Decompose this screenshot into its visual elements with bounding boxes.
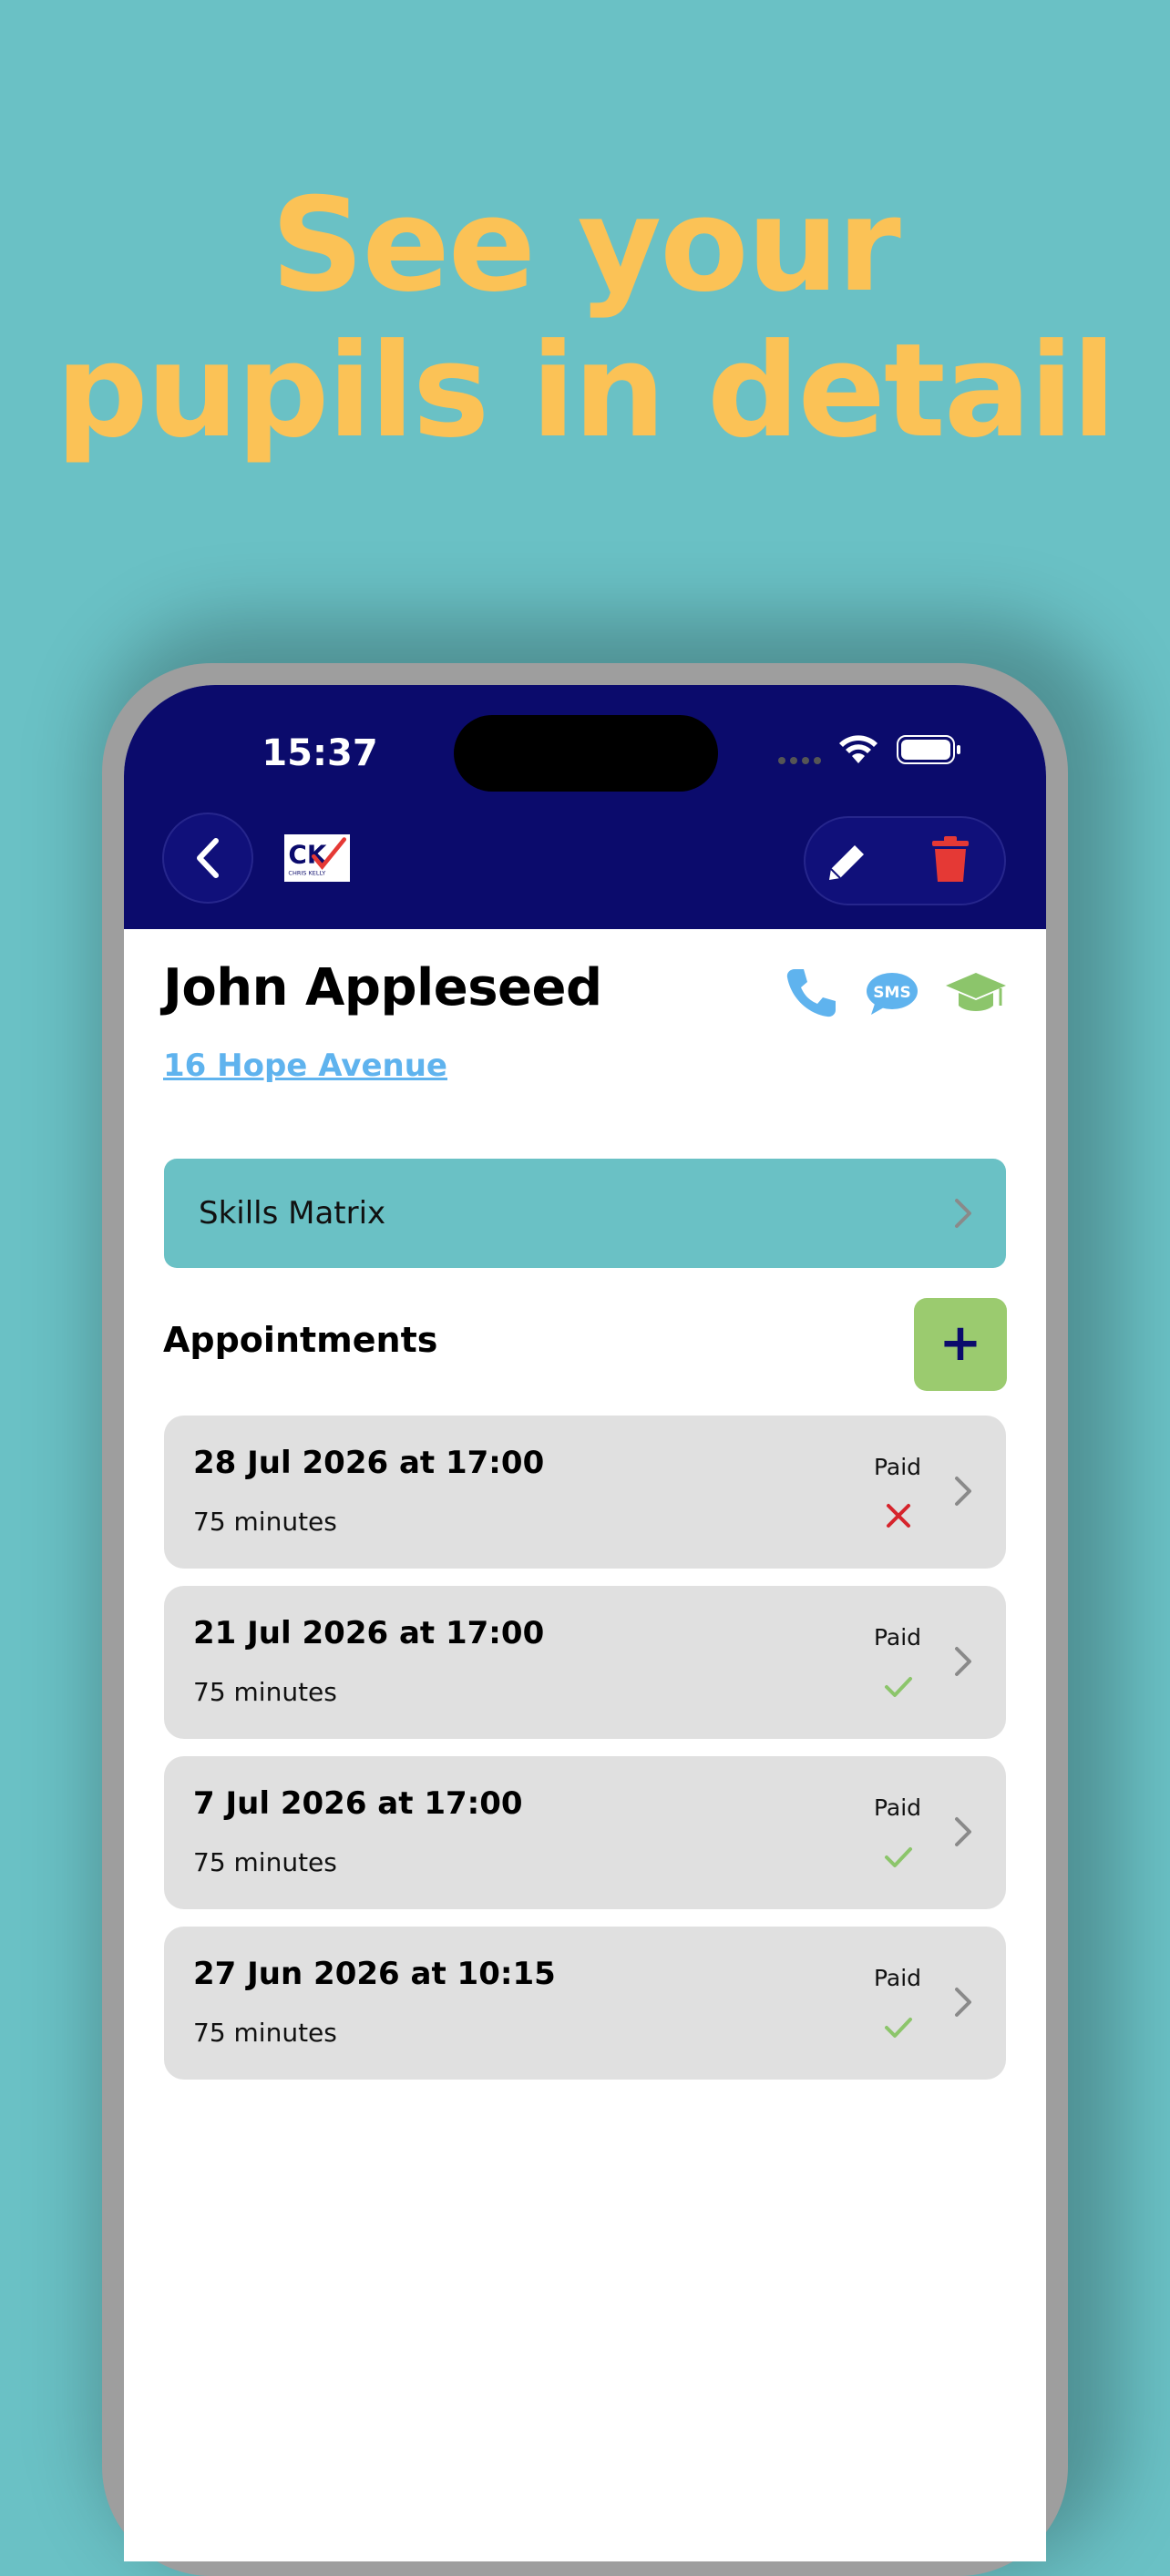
cellular-signal-icon: [778, 751, 827, 764]
unpaid-cross-icon: [887, 1504, 910, 1528]
chevron-right-icon: [955, 1199, 971, 1228]
top-navigation-bar: 15:37 CK CHRIS KELLY: [124, 685, 1046, 929]
status-time: 15:37: [262, 732, 378, 774]
delete-trash-icon[interactable]: [930, 836, 970, 884]
appointment-card[interactable]: 28 Jul 2026 at 17:00 75 minutes Paid: [164, 1416, 1006, 1569]
phone-icon[interactable]: [784, 966, 838, 1020]
appointment-card[interactable]: 7 Jul 2026 at 17:00 75 minutes Paid: [164, 1756, 1006, 1909]
pupil-address-link[interactable]: 16 Hope Avenue: [163, 1048, 447, 1084]
back-button[interactable]: [162, 813, 253, 904]
appointments-title: Appointments: [163, 1320, 438, 1360]
appointment-date: 27 Jun 2026 at 10:15: [193, 1956, 556, 1992]
battery-icon: [897, 735, 960, 764]
paid-check-icon: [885, 1677, 912, 1697]
paid-label: Paid: [873, 1624, 922, 1651]
headline-line-1: See your: [271, 170, 901, 321]
appointment-card[interactable]: 27 Jun 2026 at 10:15 75 minutes Paid: [164, 1927, 1006, 2080]
paid-check-icon: [885, 2018, 912, 2038]
chevron-left-icon: [197, 838, 219, 878]
paid-check-icon: [885, 1847, 912, 1867]
graduation-cap-icon[interactable]: [944, 969, 1008, 1017]
skills-matrix-row[interactable]: Skills Matrix: [164, 1159, 1006, 1268]
edit-pencil-icon[interactable]: [822, 838, 871, 887]
svg-text:SMS: SMS: [873, 984, 910, 1002]
paid-label: Paid: [873, 1965, 922, 1991]
chevron-right-icon: [955, 1988, 971, 2017]
appointment-date: 7 Jul 2026 at 17:00: [193, 1785, 523, 1822]
skills-matrix-label: Skills Matrix: [199, 1195, 386, 1232]
logo-subtext: CHRIS KELLY: [288, 870, 325, 877]
paid-label: Paid: [873, 1454, 922, 1480]
headline-line-2: pupils in detail: [56, 316, 1116, 466]
appointment-duration: 75 minutes: [193, 2018, 337, 2048]
chevron-right-icon: [955, 1477, 971, 1506]
paid-label: Paid: [873, 1794, 922, 1821]
phone-screen: 15:37 CK CHRIS KELLY John Appleseed 16 H…: [124, 685, 1046, 2561]
appointment-card[interactable]: 21 Jul 2026 at 17:00 75 minutes Paid: [164, 1586, 1006, 1739]
chevron-right-icon: [955, 1817, 971, 1846]
dynamic-island: [454, 715, 718, 792]
add-appointment-button[interactable]: +: [914, 1298, 1007, 1391]
wifi-icon: [839, 735, 878, 763]
sms-icon[interactable]: SMS: [866, 971, 919, 1017]
appointment-date: 28 Jul 2026 at 17:00: [193, 1445, 545, 1481]
promo-headline: See your pupils in detail: [0, 173, 1170, 465]
chris-kelly-logo: CK CHRIS KELLY: [282, 833, 352, 884]
appointment-duration: 75 minutes: [193, 1507, 337, 1537]
appointment-date: 21 Jul 2026 at 17:00: [193, 1615, 545, 1651]
appointment-duration: 75 minutes: [193, 1847, 337, 1877]
chevron-right-icon: [955, 1647, 971, 1676]
appointment-duration: 75 minutes: [193, 1677, 337, 1707]
pupil-name: John Appleseed: [163, 958, 602, 1017]
